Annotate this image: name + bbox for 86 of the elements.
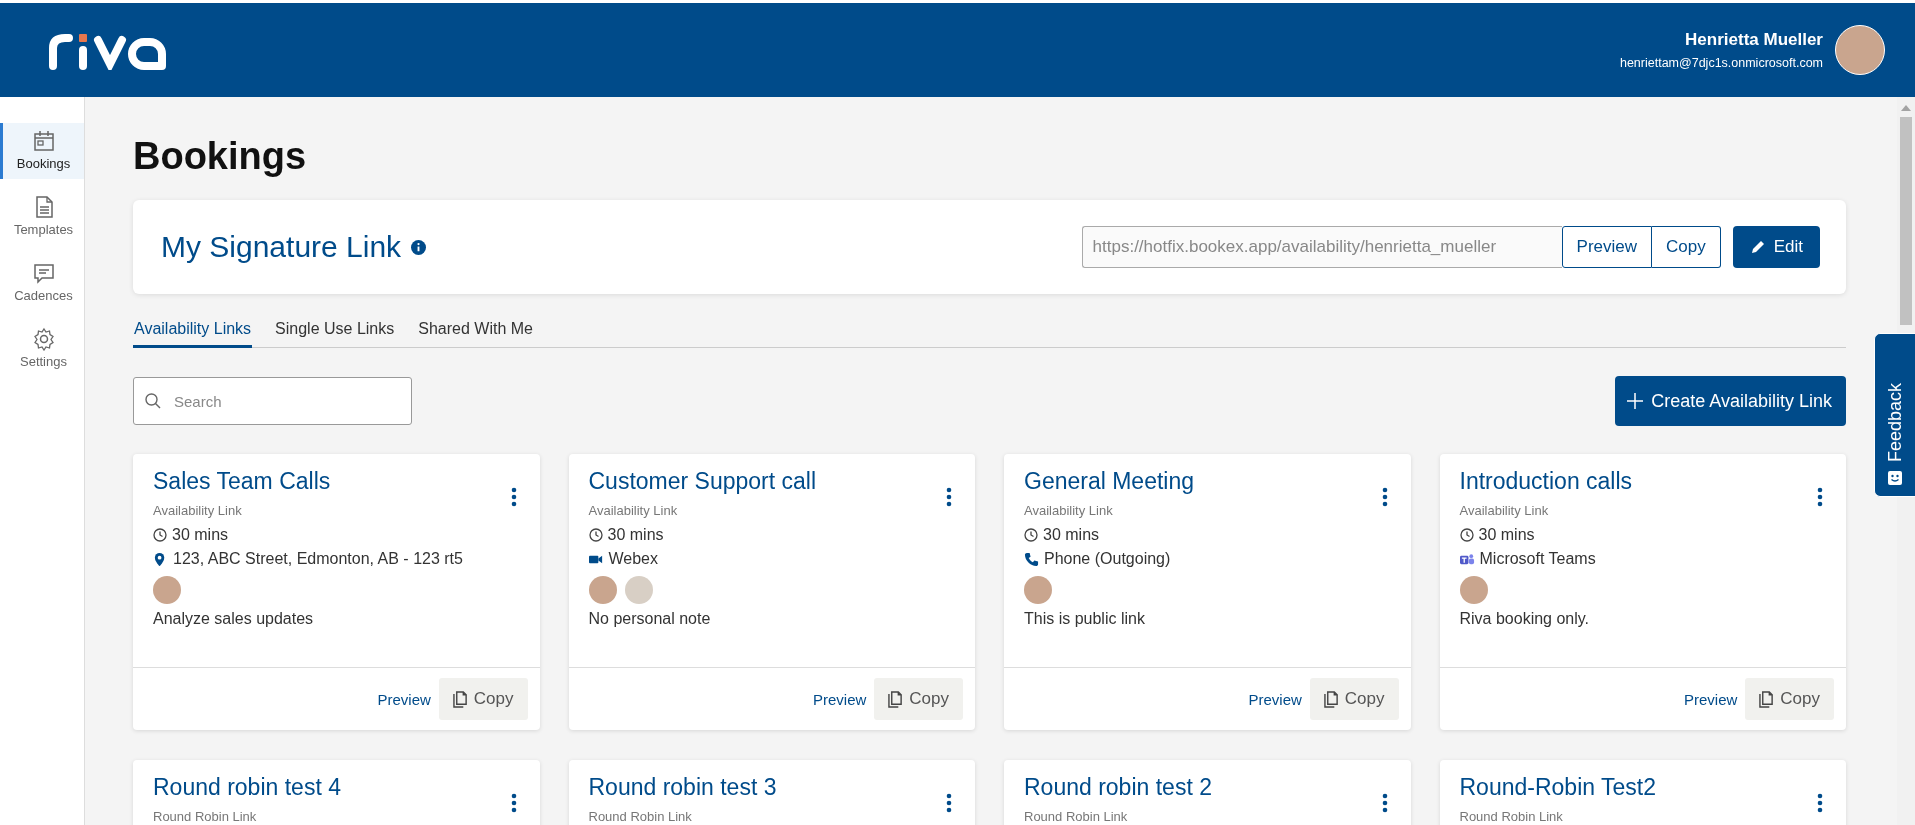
preview-link[interactable]: Preview (377, 690, 431, 708)
info-icon[interactable] (411, 239, 427, 255)
more-options-icon[interactable] (1381, 487, 1388, 507)
sidebar-item[interactable]: Cadences (0, 255, 84, 311)
signature-link-title: My Signature Link (161, 230, 402, 264)
smiley-icon (1887, 470, 1903, 486)
clock-icon (153, 528, 167, 542)
more-options-icon[interactable] (946, 487, 952, 507)
personal-note: This is public link (1024, 610, 1146, 628)
location: Microsoft Teams (1479, 550, 1596, 568)
sidebar-item[interactable]: Templates (0, 189, 84, 245)
tab[interactable]: Shared With Me (417, 316, 534, 348)
user-email: henriettam@7djc1s.onmicrosoft.com (1619, 56, 1823, 70)
attendee-avatar (1024, 576, 1052, 604)
copy-button[interactable]: Copy (1652, 226, 1721, 268)
link-type: Availability Link (1024, 503, 1114, 518)
pencil-icon (1749, 239, 1766, 255)
location: Webex (608, 550, 658, 568)
more-options-icon[interactable] (946, 793, 952, 813)
duration: 30 mins (1043, 526, 1100, 544)
tab[interactable]: Availability Links (133, 316, 253, 348)
copy-icon (452, 690, 468, 708)
tab[interactable]: Single Use Links (274, 316, 396, 348)
settings-icon (31, 327, 56, 351)
link-type: Availability Link (1459, 503, 1550, 518)
signature-url-field[interactable]: https://hotfix.bookex.app/availability/henrietta_mueller (1081, 226, 1562, 268)
clock-icon (1459, 528, 1474, 542)
sidebar-item[interactable]: Settings (0, 321, 84, 377)
copy-icon (1759, 690, 1775, 708)
preview-link[interactable]: Preview (1248, 690, 1302, 708)
link-type: Round Robin Link (153, 809, 258, 824)
more-options-icon[interactable] (1817, 793, 1823, 813)
personal-note: No personal note (588, 610, 712, 628)
clock-icon (588, 528, 603, 542)
personal-note: Analyze sales updates (153, 610, 315, 628)
scrollbar-thumb[interactable] (1900, 117, 1912, 325)
copy-icon (1323, 690, 1339, 708)
link-type: Availability Link (588, 503, 679, 518)
attendee-avatar (1459, 576, 1488, 604)
attendee-avatar (588, 576, 617, 604)
card-title: Round robin test 4 (153, 774, 341, 801)
location: Phone (Outgoing) (1044, 550, 1171, 568)
duration: 30 mins (607, 526, 664, 544)
copy-button[interactable]: Copy (874, 678, 963, 720)
card-title: Introduction calls (1459, 468, 1633, 495)
card-title: Customer Support call (588, 468, 817, 495)
copy-button[interactable]: Copy (438, 678, 528, 720)
edit-button[interactable]: Edit (1732, 226, 1820, 268)
user-avatar[interactable] (1835, 25, 1885, 75)
card-title: Round robin test 2 (1024, 774, 1212, 801)
feedback-tab[interactable]: Feedback (1874, 333, 1915, 497)
preview-button[interactable]: Preview (1561, 226, 1652, 268)
more-options-icon[interactable] (1381, 793, 1388, 813)
card-title: General Meeting (1024, 468, 1195, 495)
more-options-icon[interactable] (1817, 487, 1823, 507)
page-title: Bookings (133, 135, 308, 178)
search-field[interactable]: Search (133, 377, 412, 425)
link-type: Round Robin Link (1459, 809, 1564, 824)
more-options-icon[interactable] (510, 487, 517, 507)
copy-button[interactable]: Copy (1309, 678, 1399, 720)
more-options-icon[interactable] (510, 793, 517, 813)
sidebar-item[interactable]: Bookings (0, 123, 84, 179)
duration: 30 mins (1478, 526, 1535, 544)
preview-link[interactable]: Preview (812, 690, 867, 708)
user-name: Henrietta Mueller (1684, 30, 1823, 50)
card-title: Sales Team Calls (153, 468, 331, 495)
message-icon (31, 261, 56, 285)
location: 123, ABC Street, Edmonton, AB - 123 rt5 (173, 550, 463, 568)
create-availability-link-button[interactable]: Create Availability Link (1615, 376, 1846, 426)
link-type: Round Robin Link (1024, 809, 1129, 824)
preview-link[interactable]: Preview (1683, 690, 1738, 708)
copy-icon (888, 690, 904, 708)
card-title: Round-Robin Test2 (1459, 774, 1656, 801)
card-title: Round robin test 3 (588, 774, 777, 801)
phone-icon (1024, 551, 1039, 567)
attendee-avatar (153, 576, 181, 604)
calendar-icon (31, 129, 56, 153)
personal-note: Riva booking only. (1459, 610, 1591, 628)
teams-icon (1459, 551, 1475, 567)
clock-icon (1024, 528, 1038, 542)
link-type: Availability Link (153, 503, 243, 518)
link-type: Round Robin Link (588, 809, 693, 824)
plus-icon (1627, 393, 1644, 409)
copy-button[interactable]: Copy (1745, 678, 1834, 720)
duration: 30 mins (172, 526, 229, 544)
attendee-avatar (624, 576, 653, 604)
